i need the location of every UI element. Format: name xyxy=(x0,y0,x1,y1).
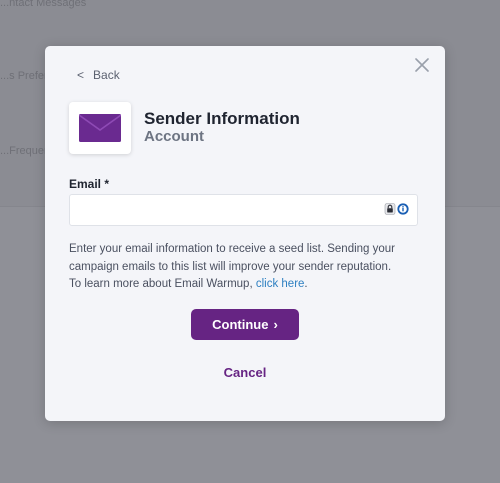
sender-information-modal: < Back Sender Information Account Email … xyxy=(45,46,445,421)
modal-subtitle: Account xyxy=(144,128,204,145)
description-text: Enter your email information to receive … xyxy=(69,243,395,290)
close-button[interactable] xyxy=(413,56,431,74)
email-label: Email * xyxy=(69,177,110,191)
email-description: Enter your email information to receive … xyxy=(69,241,399,294)
info-icon[interactable] xyxy=(397,203,409,215)
email-field[interactable] xyxy=(69,194,418,226)
chevron-left-icon: < xyxy=(77,68,85,82)
sender-logo-tile xyxy=(69,102,131,154)
background-text: ...ntact Messages xyxy=(0,0,87,9)
back-link[interactable]: < Back xyxy=(77,68,120,82)
envelope-icon xyxy=(79,114,121,142)
back-label: Back xyxy=(93,68,120,82)
close-icon xyxy=(415,58,429,72)
chevron-right-icon: › xyxy=(273,317,278,332)
lock-icon[interactable] xyxy=(384,203,396,215)
password-manager-icons[interactable] xyxy=(384,203,409,215)
continue-button[interactable]: Continue › xyxy=(191,309,299,340)
click-here-link[interactable]: click here xyxy=(256,278,305,290)
cancel-button[interactable]: Cancel xyxy=(205,362,285,382)
description-period: . xyxy=(304,278,308,290)
modal-title: Sender Information xyxy=(144,109,300,128)
continue-label: Continue xyxy=(212,317,269,332)
